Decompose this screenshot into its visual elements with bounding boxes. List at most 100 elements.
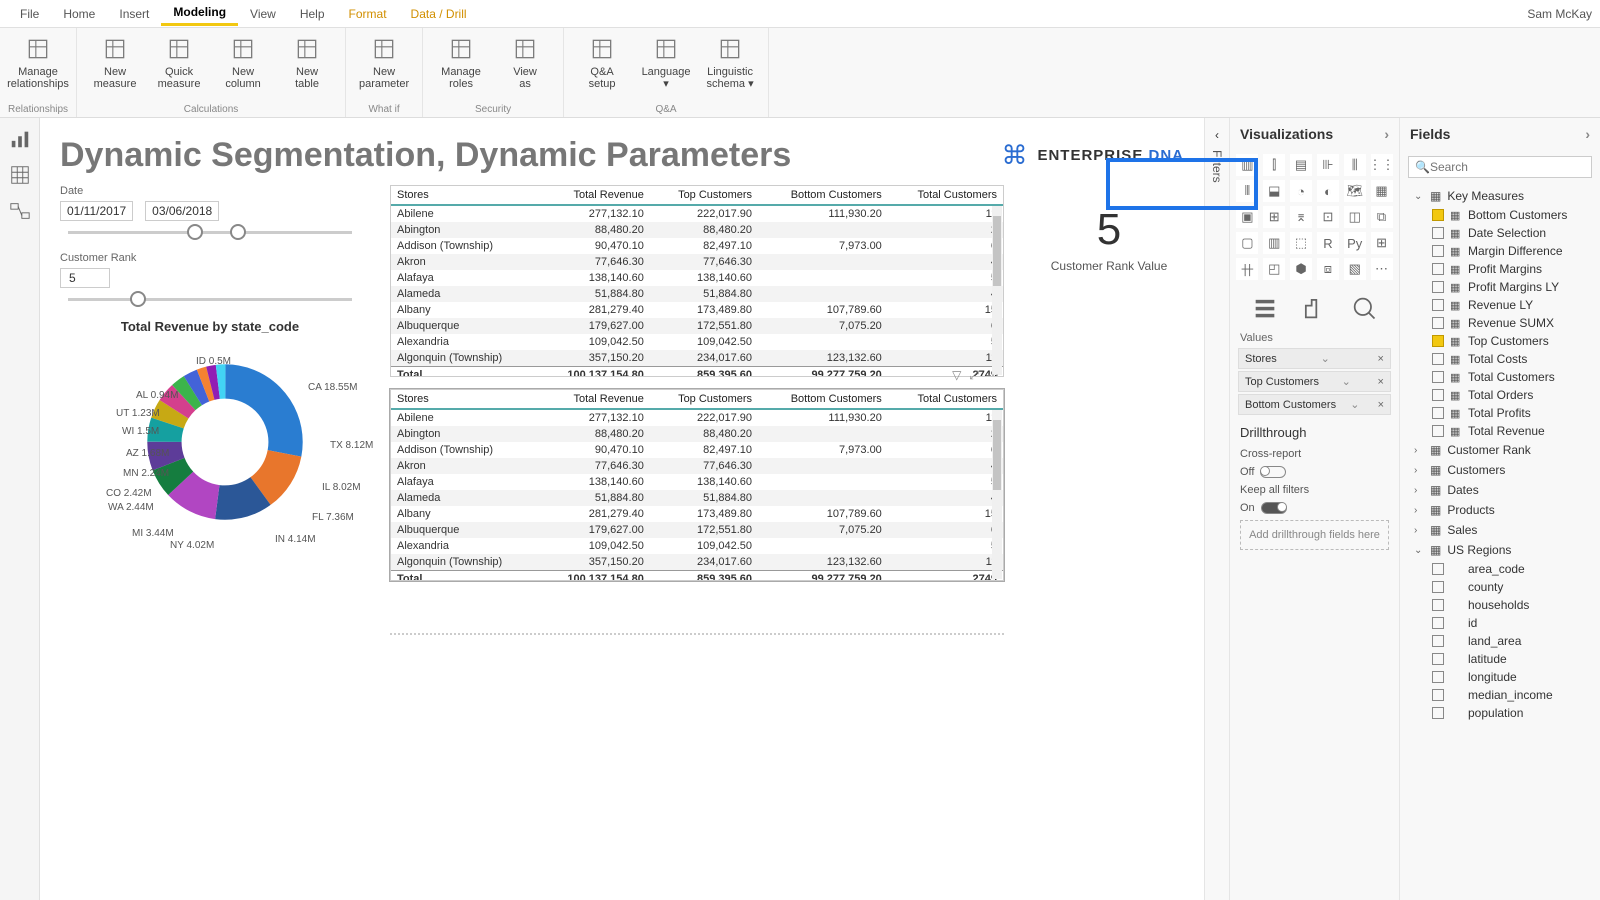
field-item[interactable]: ▦Bottom Customers <box>1404 206 1596 224</box>
ribbon-button[interactable]: Linguisticschema ▾ <box>700 32 760 92</box>
field-table[interactable]: ›▦Dates <box>1404 480 1596 500</box>
table-row[interactable]: Albany281,279.40173,489.80107,789.6015 <box>391 506 1003 522</box>
viz-type-icon[interactable]: 🗺 <box>1344 180 1366 202</box>
field-item[interactable]: land_area <box>1404 632 1596 650</box>
checkbox[interactable] <box>1432 707 1444 719</box>
viz-type-icon[interactable]: ▧ <box>1344 258 1366 280</box>
date-to[interactable]: 03/06/2018 <box>145 201 219 221</box>
column-header[interactable]: Total Revenue <box>538 390 649 409</box>
checkbox[interactable] <box>1432 209 1444 221</box>
viz-type-icon[interactable]: ◐ <box>1317 180 1339 202</box>
more-icon[interactable]: ⋯ <box>987 368 999 383</box>
collapse-fields-icon[interactable]: › <box>1585 126 1590 142</box>
remove-icon[interactable]: × <box>1378 399 1384 411</box>
field-item[interactable]: latitude <box>1404 650 1596 668</box>
table-row[interactable]: Algonquin (Township)357,150.20234,017.60… <box>391 350 1003 367</box>
viz-type-icon[interactable]: ⬢ <box>1290 258 1312 280</box>
format-tab-icon[interactable] <box>1300 294 1328 322</box>
table-row[interactable]: Alameda51,884.8051,884.804 <box>391 286 1003 302</box>
viz-type-icon[interactable]: ⊞ <box>1263 206 1285 228</box>
field-item[interactable]: longitude <box>1404 668 1596 686</box>
field-item[interactable]: ▦Top Customers <box>1404 332 1596 350</box>
field-table[interactable]: ⌄▦Key Measures <box>1404 186 1596 206</box>
field-item[interactable]: median_income <box>1404 686 1596 704</box>
column-header[interactable]: Stores <box>391 186 538 205</box>
table-row[interactable]: Albany281,279.40173,489.80107,789.6015 <box>391 302 1003 318</box>
checkbox[interactable] <box>1432 617 1444 629</box>
field-item[interactable]: ▦Profit Margins LY <box>1404 278 1596 296</box>
ribbon-button[interactable]: Newparameter <box>354 32 414 92</box>
collapse-viz-icon[interactable]: › <box>1384 126 1389 142</box>
checkbox[interactable] <box>1432 389 1444 401</box>
checkbox[interactable] <box>1432 599 1444 611</box>
viz-type-icon[interactable]: ⊪ <box>1317 154 1339 176</box>
field-item[interactable]: ▦Date Selection <box>1404 224 1596 242</box>
checkbox[interactable] <box>1432 671 1444 683</box>
field-item[interactable]: ▦Total Orders <box>1404 386 1596 404</box>
ribbon-button[interactable]: Viewas <box>495 32 555 92</box>
table-visual-1[interactable]: StoresTotal RevenueTop CustomersBottom C… <box>390 185 1004 377</box>
menu-modeling[interactable]: Modeling <box>161 1 238 26</box>
field-item[interactable]: ▦Revenue SUMX <box>1404 314 1596 332</box>
kpi-card[interactable]: 5 Customer Rank Value <box>1034 185 1184 882</box>
field-item[interactable]: ▦Profit Margins <box>1404 260 1596 278</box>
value-well[interactable]: Top Customers⌄× <box>1238 371 1391 392</box>
field-item[interactable]: ▦Total Revenue <box>1404 422 1596 440</box>
cross-report-toggle[interactable] <box>1260 466 1286 478</box>
field-item[interactable]: county <box>1404 578 1596 596</box>
date-slicer[interactable]: Date 01/11/2017 03/06/2018 <box>60 185 360 234</box>
table-row[interactable]: Akron77,646.3077,646.304 <box>391 254 1003 270</box>
checkbox[interactable] <box>1432 371 1444 383</box>
remove-icon[interactable]: × <box>1378 353 1384 365</box>
search-input[interactable] <box>1430 160 1585 174</box>
checkbox[interactable] <box>1432 581 1444 593</box>
viz-type-icon[interactable]: ⧉ <box>1371 206 1393 228</box>
checkbox[interactable] <box>1432 245 1444 257</box>
data-view-icon[interactable] <box>9 164 31 186</box>
viz-type-icon[interactable]: ⫴ <box>1236 180 1258 202</box>
fields-search[interactable]: 🔍 <box>1408 156 1592 178</box>
rank-slicer[interactable]: Customer Rank 5 <box>60 252 360 301</box>
viz-type-icon[interactable]: ⋮⋮ <box>1371 154 1393 176</box>
checkbox[interactable] <box>1432 563 1444 575</box>
field-table[interactable]: ⌄▦US Regions <box>1404 540 1596 560</box>
checkbox[interactable] <box>1432 227 1444 239</box>
field-item[interactable]: population <box>1404 704 1596 722</box>
checkbox[interactable] <box>1432 263 1444 275</box>
viz-type-icon[interactable]: ▤ <box>1290 154 1312 176</box>
menu-view[interactable]: View <box>238 3 288 25</box>
checkbox[interactable] <box>1432 407 1444 419</box>
ribbon-button[interactable]: Newcolumn <box>213 32 273 92</box>
fields-tab-icon[interactable] <box>1251 294 1279 322</box>
menu-insert[interactable]: Insert <box>107 3 161 25</box>
filter-icon[interactable]: ▽ <box>952 368 961 383</box>
column-header[interactable]: Total Revenue <box>538 186 649 205</box>
field-table[interactable]: ›▦Products <box>1404 500 1596 520</box>
field-item[interactable]: id <box>1404 614 1596 632</box>
field-table[interactable]: ›▦Customer Rank <box>1404 440 1596 460</box>
ribbon-button[interactable]: Quickmeasure <box>149 32 209 92</box>
table-row[interactable]: Alexandria109,042.50109,042.505 <box>391 538 1003 554</box>
focus-icon[interactable]: ⤢ <box>969 368 979 383</box>
field-item[interactable]: ▦Total Costs <box>1404 350 1596 368</box>
viz-type-icon[interactable]: ▥ <box>1263 232 1285 254</box>
viz-type-icon[interactable]: ⋯ <box>1371 258 1393 280</box>
field-item[interactable]: ▦Revenue LY <box>1404 296 1596 314</box>
analytics-tab-icon[interactable] <box>1350 294 1378 322</box>
viz-type-icon[interactable]: Py <box>1344 232 1366 254</box>
ribbon-button[interactable]: Language▾ <box>636 32 696 92</box>
scrollbar[interactable] <box>992 410 1002 579</box>
ribbon-button[interactable]: Newtable <box>277 32 337 92</box>
viz-type-icon[interactable]: ⫼ <box>1344 154 1366 176</box>
filters-pane-collapsed[interactable]: ‹ Filters <box>1204 118 1230 900</box>
ribbon-button[interactable]: Newmeasure <box>85 32 145 92</box>
scrollbar[interactable] <box>992 206 1002 375</box>
column-header[interactable]: Total Customers <box>888 390 1003 409</box>
table-row[interactable]: Abington88,480.2088,480.202 <box>391 426 1003 442</box>
viz-type-icon[interactable]: ◫ <box>1344 206 1366 228</box>
ribbon-button[interactable]: Managerelationships <box>8 32 68 92</box>
table-row[interactable]: Albuquerque179,627.00172,551.807,075.206 <box>391 318 1003 334</box>
chevron-down-icon[interactable]: ⌄ <box>1342 375 1351 388</box>
model-view-icon[interactable] <box>9 200 31 222</box>
value-well[interactable]: Bottom Customers⌄× <box>1238 394 1391 415</box>
